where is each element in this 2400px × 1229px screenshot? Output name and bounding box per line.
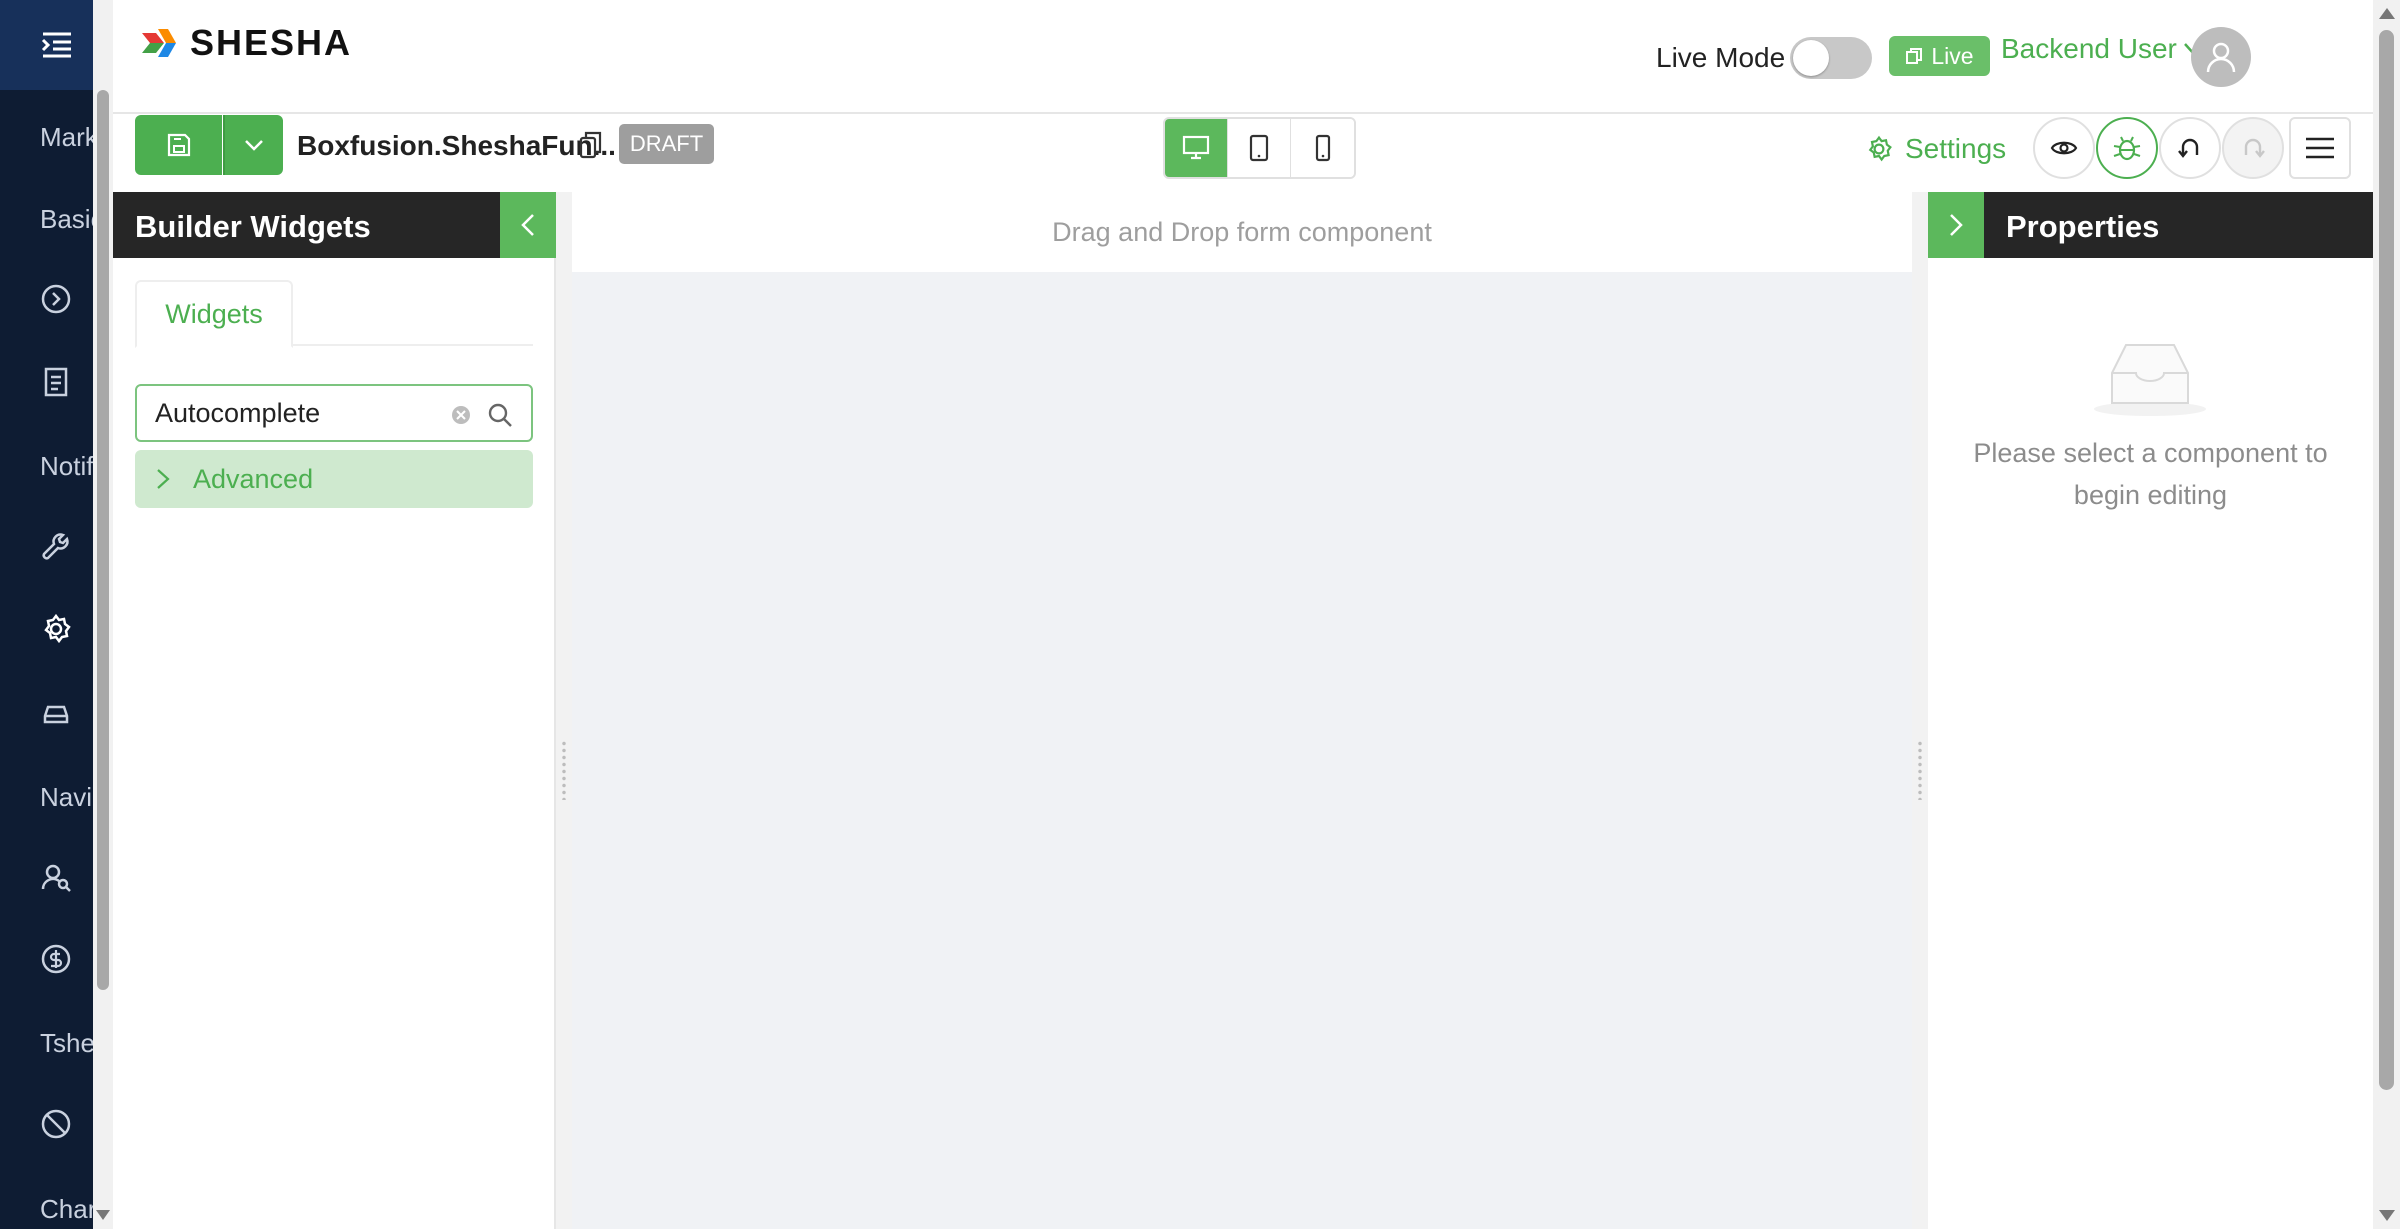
save-options-dropdown[interactable] — [223, 115, 283, 175]
chevron-right-icon — [157, 469, 170, 489]
tablet-icon — [1249, 134, 1269, 162]
copy-icon — [1906, 48, 1923, 64]
brand-name: SHESHA — [190, 22, 353, 63]
desktop-view-button[interactable] — [1165, 119, 1228, 177]
page-scroll-thumb[interactable] — [2379, 30, 2394, 1090]
gear-icon — [1868, 135, 1892, 162]
left-panel-resizer[interactable] — [556, 192, 572, 1229]
wrench-icon[interactable] — [40, 531, 72, 563]
undo-icon — [2178, 138, 2199, 158]
live-badge-label: Live — [1931, 42, 1974, 69]
save-icon — [167, 133, 190, 157]
search-icon[interactable] — [487, 402, 513, 428]
properties-panel-title: Properties — [2006, 209, 2160, 244]
form-name: Boxfusion.SheshaFun... — [297, 130, 616, 161]
collapse-properties-button[interactable] — [1928, 192, 1984, 258]
page-scroll-down-arrow[interactable] — [2379, 1210, 2395, 1221]
sidebar-item-navi[interactable]: Navi — [40, 782, 100, 813]
live-badge[interactable]: Live — [1889, 36, 1990, 76]
undo-button[interactable] — [2159, 117, 2221, 179]
chevron-left-icon — [521, 214, 534, 236]
widget-search-input[interactable] — [155, 394, 435, 432]
empty-state-line-2: begin editing — [2073, 480, 2228, 510]
clear-search-icon[interactable] — [450, 404, 472, 426]
main-sidebar: Mark Basic Notif Navi Tshe Char — [0, 0, 113, 1229]
settings-label: Settings — [1905, 133, 2007, 164]
desktop-icon — [1182, 135, 1210, 160]
tablet-view-button[interactable] — [1228, 119, 1291, 177]
copy-icon[interactable] — [578, 130, 604, 160]
collapse-widgets-button[interactable] — [500, 192, 556, 258]
car-icon[interactable] — [40, 696, 72, 728]
chevron-right-icon — [1950, 214, 1963, 236]
redo-button[interactable] — [2222, 117, 2284, 179]
right-panel-resizer[interactable] — [1912, 192, 1928, 1229]
gear-icon[interactable] — [40, 613, 72, 645]
sidebar-item-notif[interactable]: Notif — [40, 451, 100, 482]
redo-icon — [2244, 138, 2265, 158]
save-button[interactable] — [135, 115, 222, 175]
app-header: SHESHA Live Mode Live Backend User — [113, 0, 2373, 114]
drop-zone-hint: Drag and Drop form component — [572, 192, 1912, 272]
widgets-panel-header: Builder Widgets — [113, 192, 556, 258]
empty-inbox-icon — [2094, 344, 2206, 416]
user-menu[interactable]: Backend User — [2001, 33, 2205, 65]
bug-icon — [2113, 136, 2141, 161]
shesha-logo-icon — [142, 29, 176, 57]
settings-button[interactable]: Settings — [1865, 133, 2006, 165]
widgets-panel-title: Builder Widgets — [135, 209, 371, 244]
sidebar-item-basic[interactable]: Basic — [40, 204, 100, 235]
sidebar-item-mark[interactable]: Mark — [40, 122, 100, 153]
form-canvas[interactable]: Drag and Drop form component — [572, 192, 1912, 1229]
play-circle-icon[interactable] — [40, 283, 72, 315]
menu-fold-icon — [41, 32, 71, 58]
mobile-icon — [1315, 134, 1330, 162]
widget-group-label: Advanced — [193, 463, 314, 494]
debug-button[interactable] — [2096, 117, 2158, 179]
user-name: Backend User — [2001, 33, 2177, 64]
sidebar-scroll-thumb[interactable] — [97, 90, 109, 990]
live-mode-toggle[interactable] — [1790, 37, 1872, 79]
page-scroll-up-arrow[interactable] — [2379, 8, 2395, 19]
status-badge: DRAFT — [619, 124, 714, 164]
properties-panel-header: Properties — [1984, 192, 2373, 258]
toggle-knob — [1793, 40, 1829, 76]
preview-button[interactable] — [2033, 117, 2095, 179]
eye-icon — [2050, 141, 2078, 155]
widget-search — [135, 384, 533, 442]
sidebar-item-char[interactable]: Char — [40, 1194, 100, 1225]
dollar-circle-icon[interactable] — [40, 943, 72, 975]
chevron-down-icon — [245, 140, 263, 151]
properties-panel: Properties Please select a component to … — [1928, 192, 2373, 1229]
sidebar-scroll-down-arrow[interactable] — [96, 1210, 110, 1220]
document-icon[interactable] — [40, 366, 72, 398]
sidebar-item-tshe[interactable]: Tshe — [40, 1028, 100, 1059]
user-search-icon[interactable] — [40, 861, 72, 893]
mobile-view-button[interactable] — [1291, 119, 1354, 177]
widgets-tabs: Widgets — [135, 280, 533, 348]
widget-group-advanced[interactable]: Advanced — [135, 450, 533, 508]
live-mode-label: Live Mode — [1656, 42, 1786, 73]
resize-grip — [561, 740, 567, 800]
tab-widgets[interactable]: Widgets — [135, 280, 293, 348]
resize-grip — [1917, 740, 1923, 800]
empty-state-message: Please select a component to begin editi… — [1928, 432, 2373, 516]
brand-logo[interactable]: SHESHA — [138, 22, 352, 64]
empty-state-line-1: Please select a component to — [1973, 438, 2328, 468]
device-preview-switcher — [1163, 117, 1356, 179]
hamburger-icon — [2306, 137, 2334, 159]
builder-widgets-panel: Builder Widgets Widgets Advanced — [113, 192, 556, 1229]
more-menu-button[interactable] — [2289, 117, 2351, 179]
user-icon — [2206, 42, 2236, 73]
blocked-icon[interactable] — [40, 1108, 72, 1140]
avatar[interactable] — [2191, 27, 2251, 87]
